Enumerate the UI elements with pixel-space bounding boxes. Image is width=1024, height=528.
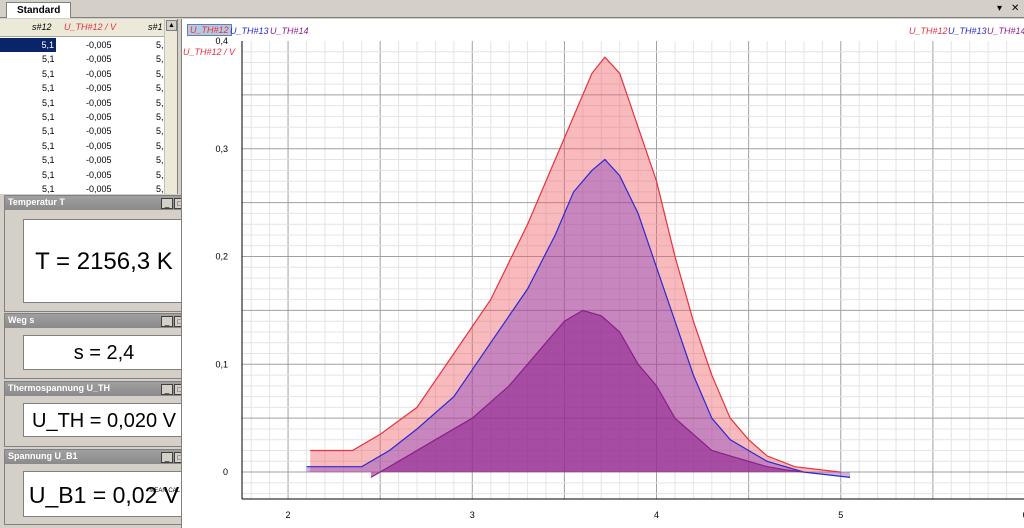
chart-area[interactable]: 2345600,10,20,30,4U_TH#12 / V (182, 19, 1024, 528)
table-cell: 5,1 (42, 140, 55, 151)
y-tick-label: 0,3 (215, 144, 228, 154)
table-row[interactable]: 5,1 -0,005 5, (0, 110, 165, 124)
y-tick-label: 0 (223, 467, 228, 477)
table-cell: 5,1 (42, 155, 55, 166)
display-window[interactable]: Spannung U_B1_□×U_B1 = 0,02 VMEAN CAL (4, 449, 202, 525)
display-window[interactable]: Temperatur T_□×T = 2156,3 K (4, 195, 202, 312)
table-row[interactable]: 5,1 -0,005 5, (0, 153, 165, 167)
table-cell: 5, (156, 68, 164, 79)
table-row[interactable]: 5,1 -0,005 5, (0, 96, 165, 110)
table-cell: 5, (156, 155, 164, 166)
data-table[interactable]: s#12 U_TH#12 / V s#1 5,1 -0,005 5, 5,1 -0,00… (0, 19, 178, 194)
column-header[interactable]: s#1 (148, 22, 163, 32)
tab-menu-icon[interactable]: ▾ (997, 2, 1002, 16)
table-cell: 5, (156, 140, 164, 151)
y-tick-label: 0,4 (215, 36, 228, 46)
table-row[interactable]: 5,1 -0,005 5, (0, 124, 165, 138)
table-row[interactable]: 5,1 -0,005 5, (0, 52, 165, 66)
table-cell: 5, (156, 126, 164, 137)
table-cell: 5,1 (42, 169, 55, 180)
y-tick-label: 0,2 (215, 252, 228, 262)
table-cell: 5, (156, 112, 164, 122)
table-cell: -0,005 (86, 97, 112, 108)
table-cell: -0,005 (86, 83, 112, 94)
table-cell: -0,005 (86, 54, 112, 65)
column-header[interactable]: U_TH#12 / V (64, 22, 116, 32)
y-axis-label: U_TH#12 / V (183, 47, 236, 57)
table-row[interactable]: 5,1 -0,005 5, (0, 139, 165, 153)
table-cell: 5,1 (42, 184, 55, 194)
table-cell: 5,1 (42, 112, 55, 122)
table-cell: 5,1 (42, 97, 55, 108)
table-cell: -0,005 (86, 126, 112, 137)
table-cell: -0,005 (86, 155, 112, 166)
display-value: U_TH = 0,020 V (23, 403, 185, 437)
table-row[interactable]: 5,1 -0,005 5, (0, 168, 165, 182)
tab-standard[interactable]: Standard (6, 2, 72, 18)
table-cell: 5,1 (0, 38, 56, 52)
table-cell: 5,1 (42, 126, 55, 137)
table-cell: 5, (156, 40, 164, 50)
display-window[interactable]: Weg s_□×s = 2,4 (4, 313, 202, 379)
column-header[interactable]: s#12 (32, 22, 52, 32)
table-row[interactable]: 5,1 -0,005 5, (0, 81, 165, 95)
scroll-up-icon[interactable]: ▲ (166, 20, 177, 31)
display-value: T = 2156,3 K (23, 219, 185, 303)
table-cell: 5,1 (42, 54, 55, 65)
table-cell: -0,005 (86, 140, 112, 151)
table-cell: 5, (156, 54, 164, 65)
table-cell: 5, (156, 97, 164, 108)
x-tick-label: 3 (470, 510, 475, 520)
minimize-icon[interactable]: _ (161, 316, 173, 327)
table-cell: 5, (156, 169, 164, 180)
table-row[interactable]: 5,1 -0,005 5, (0, 67, 165, 81)
vertical-scrollbar[interactable]: ▲ (164, 19, 177, 194)
minimize-icon[interactable]: _ (161, 198, 173, 209)
close-icon[interactable]: ✕ (1011, 2, 1019, 16)
minimize-icon[interactable]: _ (161, 452, 173, 463)
display-value: U_B1 = 0,02 V MEAN CAL (23, 471, 185, 517)
table-cell: 5,1 (42, 68, 55, 79)
minimize-icon[interactable]: _ (161, 384, 173, 395)
y-tick-label: 0,1 (215, 359, 228, 369)
table-cell: -0,005 (86, 112, 112, 122)
display-window[interactable]: Thermospannung U_TH_□×U_TH = 0,020 V (4, 381, 202, 447)
table-cell: 5, (156, 83, 164, 94)
tab-bar: Standard ▾ ✕ (0, 0, 1024, 18)
x-tick-label: 2 (286, 510, 291, 520)
x-tick-label: 4 (654, 510, 659, 520)
table-cell: 5, (156, 184, 164, 194)
table-cell: -0,005 (86, 40, 112, 50)
table-cell: -0,005 (86, 68, 112, 79)
table-cell: -0,005 (86, 169, 112, 180)
table-row[interactable]: 5,1 -0,005 5, (0, 182, 165, 194)
display-value: s = 2,4 (23, 335, 185, 370)
table-header: s#12 U_TH#12 / V s#1 (0, 19, 165, 37)
table-cell: -0,005 (86, 184, 112, 194)
table-row[interactable]: 5,1 -0,005 5, (0, 38, 165, 53)
x-tick-label: 5 (838, 510, 843, 520)
table-cell: 5,1 (42, 83, 55, 94)
display-note: MEAN CAL (149, 488, 180, 494)
chart-panel[interactable]: U_TH#12 U_TH#13 U_TH#14 U_TH#12 U_TH#13 … (181, 19, 1024, 528)
